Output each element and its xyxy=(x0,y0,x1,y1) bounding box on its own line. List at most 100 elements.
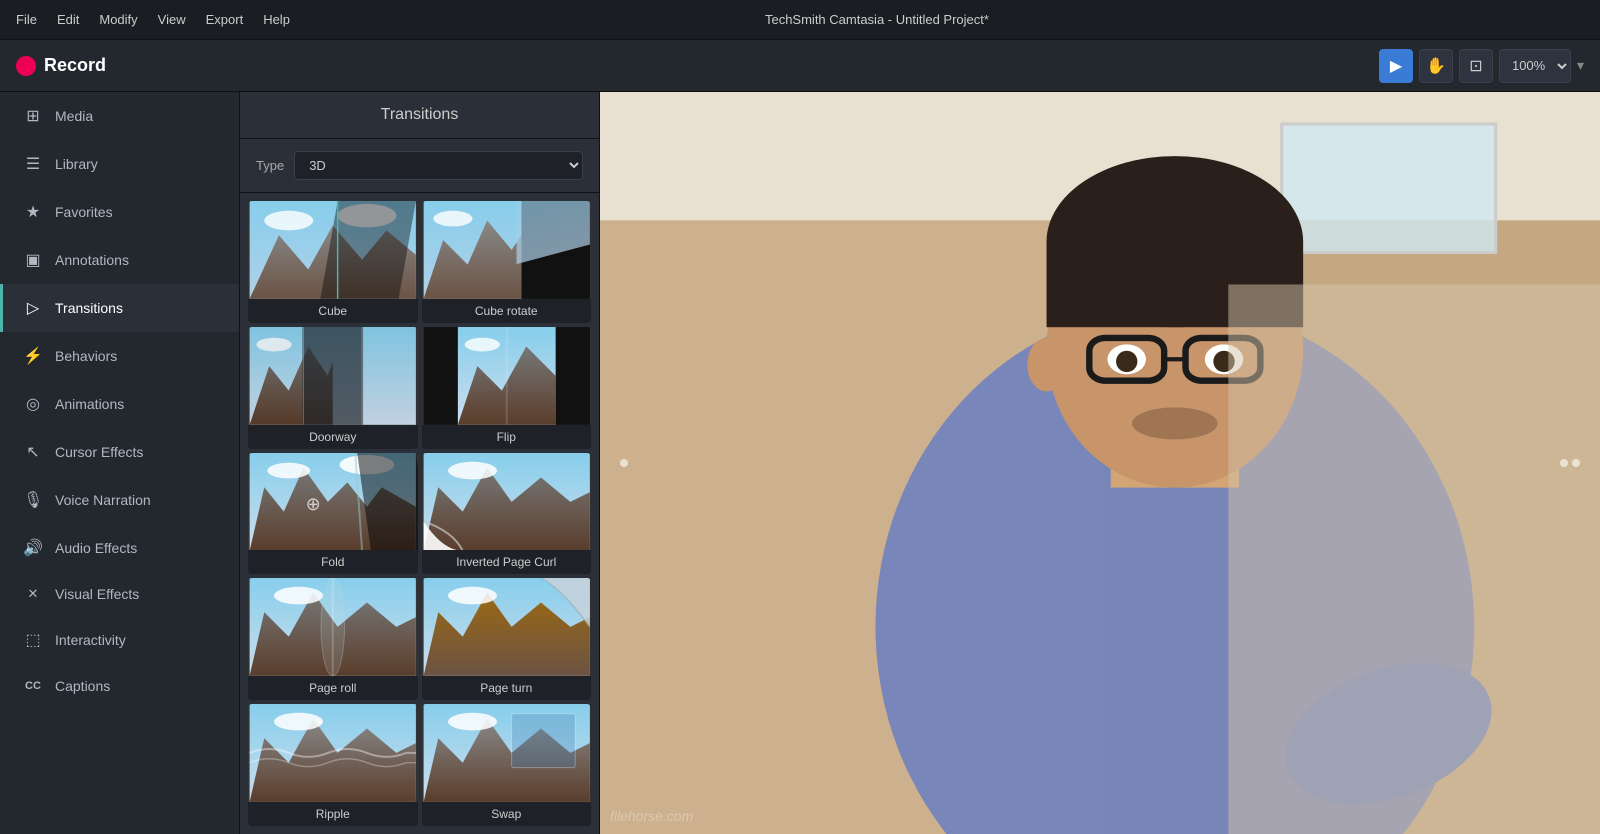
animations-icon: ◎ xyxy=(23,394,43,414)
transition-inverted-page-curl-label: Inverted Page Curl xyxy=(422,550,592,574)
filter-label: Type xyxy=(256,158,284,173)
transition-page-turn-label: Page turn xyxy=(422,676,592,700)
zoom-select[interactable]: 100% 50% 75% 125% 150% 200% xyxy=(1499,49,1571,83)
transitions-icon: ▷ xyxy=(23,298,43,318)
sidebar-label-library: Library xyxy=(55,156,98,172)
captions-icon: CC xyxy=(23,680,43,692)
transition-swap-thumb xyxy=(422,704,592,802)
menu-export[interactable]: Export xyxy=(206,12,244,27)
audio-effects-icon: 🔊 xyxy=(23,538,43,558)
sidebar-label-transitions: Transitions xyxy=(55,300,123,316)
transition-flip[interactable]: Flip xyxy=(422,327,592,449)
menu-help[interactable]: Help xyxy=(263,12,290,27)
transition-page-turn-thumb xyxy=(422,578,592,676)
transitions-grid: Cube xyxy=(240,193,599,834)
sidebar-item-media[interactable]: ⊞ Media xyxy=(0,92,239,140)
transition-page-roll[interactable]: Page roll xyxy=(248,578,418,700)
sidebar-label-favorites: Favorites xyxy=(55,204,113,220)
sidebar-label-audio-effects: Audio Effects xyxy=(55,540,137,556)
record-button[interactable]: Record xyxy=(16,55,106,76)
transition-inverted-page-curl[interactable]: Inverted Page Curl xyxy=(422,453,592,575)
transition-inverted-page-curl-thumb xyxy=(422,453,592,551)
select-tool-button[interactable]: ▶ xyxy=(1379,49,1413,83)
sidebar-label-cursor-effects: Cursor Effects xyxy=(55,444,143,460)
sidebar-item-cursor-effects[interactable]: ↖ Cursor Effects xyxy=(0,428,239,476)
transition-fold-label: Fold xyxy=(248,550,418,574)
annotations-icon: ▣ xyxy=(23,250,43,270)
transition-doorway-label: Doorway xyxy=(248,425,418,449)
zoom-dropdown-arrow[interactable]: ▾ xyxy=(1577,57,1584,74)
panel-title: Transitions xyxy=(240,92,599,139)
window-title: TechSmith Camtasia - Untitled Project* xyxy=(765,12,989,27)
transition-ripple-label: Ripple xyxy=(248,802,418,826)
sidebar-item-audio-effects[interactable]: 🔊 Audio Effects xyxy=(0,524,239,572)
media-icon: ⊞ xyxy=(23,106,43,126)
record-label: Record xyxy=(44,55,106,76)
sidebar-label-behaviors: Behaviors xyxy=(55,348,117,364)
interactivity-icon: ⬚ xyxy=(23,630,43,650)
sidebar-item-captions[interactable]: CC Captions xyxy=(0,664,239,708)
voice-narration-icon: 🎙 xyxy=(23,490,43,510)
sidebar-label-animations: Animations xyxy=(55,396,124,412)
transition-fold-thumb: ⊕ xyxy=(248,453,418,551)
transition-cube-thumb xyxy=(248,201,418,299)
video-preview xyxy=(600,92,1600,834)
transition-swap[interactable]: Swap xyxy=(422,704,592,826)
transition-flip-thumb xyxy=(422,327,592,425)
sidebar-item-transitions[interactable]: ▷ Transitions xyxy=(0,284,239,332)
transition-cube-label: Cube xyxy=(248,299,418,323)
transition-ripple-thumb xyxy=(248,704,418,802)
cursor-effects-icon: ↖ xyxy=(23,442,43,462)
sidebar-item-visual-effects[interactable]: ✕ Visual Effects xyxy=(0,572,239,616)
title-bar: File Edit Modify View Export Help TechSm… xyxy=(0,0,1600,40)
favorites-icon: ★ xyxy=(23,202,43,222)
sidebar-item-animations[interactable]: ◎ Animations xyxy=(0,380,239,428)
transition-cube[interactable]: Cube xyxy=(248,201,418,323)
sidebar-label-voice-narration: Voice Narration xyxy=(55,492,151,508)
transitions-panel: Transitions Type 3D All 2D xyxy=(240,92,600,834)
resize-handle-left[interactable] xyxy=(620,459,628,467)
transition-ripple[interactable]: Ripple xyxy=(248,704,418,826)
transition-doorway[interactable]: Doorway xyxy=(248,327,418,449)
transition-fold[interactable]: ⊕ Fold xyxy=(248,453,418,575)
main-layout: ⊞ Media ☰ Library ★ Favorites ▣ Annotati… xyxy=(0,92,1600,834)
record-dot xyxy=(16,56,36,76)
drag-cursor-icon: ⊕ xyxy=(306,494,321,515)
menu-view[interactable]: View xyxy=(158,12,186,27)
transition-page-roll-thumb xyxy=(248,578,418,676)
transition-doorway-thumb xyxy=(248,327,418,425)
menu-edit[interactable]: Edit xyxy=(57,12,79,27)
menu-bar[interactable]: File Edit Modify View Export Help xyxy=(16,12,290,27)
panel-filter: Type 3D All 2D xyxy=(240,139,599,193)
visual-effects-icon: ✕ xyxy=(23,586,43,602)
sidebar-item-interactivity[interactable]: ⬚ Interactivity xyxy=(0,616,239,664)
resize-handle-right-b[interactable] xyxy=(1572,459,1580,467)
watermark: filehorse.com xyxy=(610,808,693,824)
crop-tool-button[interactable]: ⊡ xyxy=(1459,49,1493,83)
filter-select[interactable]: 3D All 2D xyxy=(294,151,583,180)
menu-file[interactable]: File xyxy=(16,12,37,27)
transition-page-roll-label: Page roll xyxy=(248,676,418,700)
behaviors-icon: ⚡ xyxy=(23,346,43,366)
transition-flip-label: Flip xyxy=(422,425,592,449)
sidebar-label-visual-effects: Visual Effects xyxy=(55,586,139,602)
library-icon: ☰ xyxy=(23,154,43,174)
sidebar-label-captions: Captions xyxy=(55,678,110,694)
toolbar: Record ▶ ✋ ⊡ 100% 50% 75% 125% 150% 200%… xyxy=(0,40,1600,92)
transition-page-turn[interactable]: Page turn xyxy=(422,578,592,700)
resize-handle-right-group xyxy=(1560,459,1580,467)
sidebar-item-behaviors[interactable]: ⚡ Behaviors xyxy=(0,332,239,380)
transition-cube-rotate[interactable]: Cube rotate xyxy=(422,201,592,323)
sidebar-label-media: Media xyxy=(55,108,93,124)
sidebar-item-voice-narration[interactable]: 🎙 Voice Narration xyxy=(0,476,239,524)
menu-modify[interactable]: Modify xyxy=(99,12,137,27)
transition-cube-rotate-label: Cube rotate xyxy=(422,299,592,323)
preview-area: filehorse.com xyxy=(600,92,1600,834)
sidebar-item-favorites[interactable]: ★ Favorites xyxy=(0,188,239,236)
transition-cube-rotate-thumb xyxy=(422,201,592,299)
sidebar-item-annotations[interactable]: ▣ Annotations xyxy=(0,236,239,284)
sidebar-label-interactivity: Interactivity xyxy=(55,632,126,648)
resize-handle-right-a[interactable] xyxy=(1560,459,1568,467)
sidebar-item-library[interactable]: ☰ Library xyxy=(0,140,239,188)
hand-tool-button[interactable]: ✋ xyxy=(1419,49,1453,83)
